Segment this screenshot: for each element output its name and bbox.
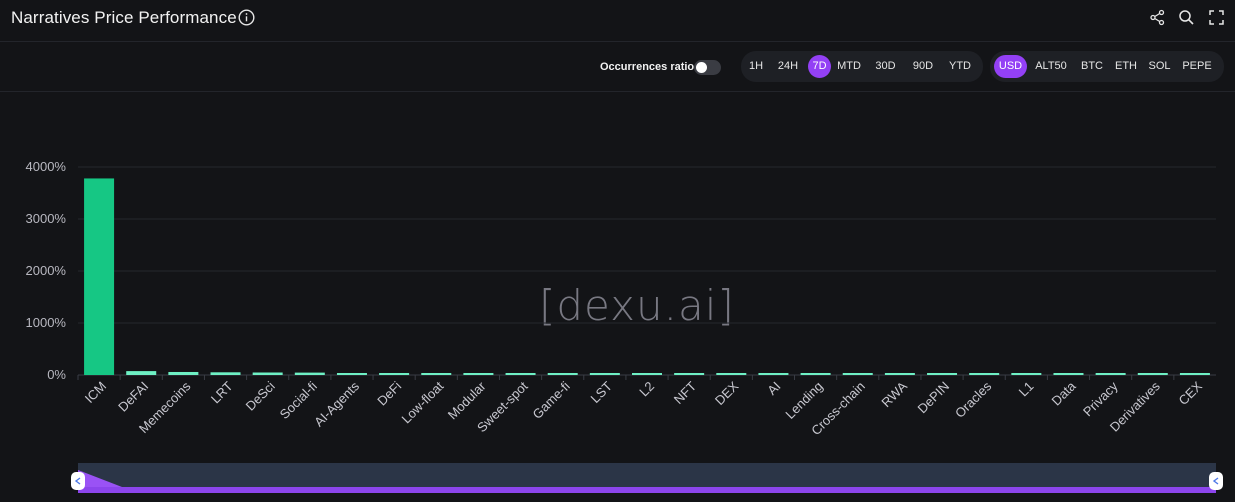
x-tick-label: LRT [208, 378, 236, 406]
x-tick-label: DEX [712, 378, 742, 408]
x-tick-label: Game-fi [530, 378, 573, 421]
bar-low-float[interactable] [421, 373, 452, 375]
bar-desci[interactable] [252, 372, 283, 375]
timeframe-selector: 1H 24H 7D MTD 30D 90D YTD [741, 51, 983, 82]
fullscreen-icon[interactable] [1208, 9, 1225, 26]
bar-defai[interactable] [126, 371, 157, 375]
bar-oracles[interactable] [969, 373, 1000, 375]
bar-depin[interactable] [927, 373, 958, 375]
bar-ai[interactable] [758, 373, 789, 375]
currency-button-alt50[interactable]: ALT50 [1029, 55, 1073, 78]
chart-controls: Occurrences ratio 1H 24H 7D MTD 30D 90D YTD US… [0, 42, 1235, 92]
x-tick-label: ICM [82, 379, 109, 406]
timeframe-button-90d[interactable]: 90D [905, 55, 941, 78]
x-tick-label: Data [1049, 378, 1080, 409]
bar-dex[interactable] [716, 373, 747, 375]
y-tick-label: 0% [47, 367, 66, 382]
bar-data[interactable] [1053, 373, 1084, 375]
x-tick-label: AI-Agents [311, 378, 362, 429]
bar-social-fi[interactable] [294, 372, 325, 375]
x-tick-label: NFT [671, 378, 700, 407]
x-tick-label: CEX [1176, 378, 1206, 408]
timeframe-button-30d[interactable]: 30D [868, 55, 903, 78]
bar-cross-chain[interactable] [842, 373, 873, 375]
x-tick-label: RWA [878, 378, 910, 410]
bar-chart: 0%1000%2000%3000%4000% ICM DeFAIMemecoins… [26, 159, 1216, 438]
currency-button-pepe[interactable]: PEPE [1178, 55, 1216, 78]
timeframe-button-7d[interactable]: 7D [808, 55, 831, 78]
timeframe-button-ytd[interactable]: YTD [943, 55, 977, 78]
bar-lrt[interactable] [210, 372, 241, 375]
bar-sweet-spot[interactable] [505, 373, 536, 375]
timeframe-button-24h[interactable]: 24H [770, 55, 806, 78]
search-icon[interactable] [1178, 9, 1195, 26]
x-tick-label: DeFAI [115, 379, 151, 415]
x-tick-label: DeFi [374, 378, 404, 408]
x-tick-label: Oracles [952, 378, 995, 421]
bar-l1[interactable] [1011, 373, 1042, 375]
occurrences-ratio-toggle[interactable] [694, 60, 721, 75]
bar-nft[interactable] [674, 373, 705, 375]
bar-rwa[interactable] [884, 373, 915, 375]
share-icon[interactable] [1149, 9, 1166, 26]
bar-derivatives[interactable] [1137, 373, 1168, 375]
x-tick-label: Low-float [398, 378, 446, 426]
bar-memecoins[interactable] [168, 371, 199, 375]
currency-button-usd[interactable]: USD [994, 55, 1027, 78]
currency-selector: USD ALT50 BTC ETH SOL PEPE [990, 51, 1224, 82]
x-tick-label: LST [588, 378, 616, 406]
bar-lst[interactable] [589, 373, 620, 375]
header-bar: Narratives Price Performance [0, 0, 1235, 42]
slider-handle-right[interactable] [1209, 472, 1223, 490]
timeframe-button-mtd[interactable]: MTD [832, 55, 866, 78]
y-tick-label: 3000% [26, 211, 67, 226]
bar-l2[interactable] [632, 373, 662, 375]
slider-handle-left[interactable] [71, 472, 85, 490]
currency-button-sol[interactable]: SOL [1143, 55, 1176, 78]
currency-button-eth[interactable]: ETH [1111, 55, 1141, 78]
info-icon[interactable] [238, 9, 255, 26]
slider-selection [78, 487, 1216, 493]
bar-cex[interactable] [1179, 373, 1210, 375]
x-tick-label: L2 [636, 379, 657, 400]
bar-ai-agents[interactable] [336, 373, 367, 375]
y-tick-label: 2000% [26, 263, 67, 278]
bar-privacy[interactable] [1095, 373, 1126, 375]
toggle-knob [696, 62, 707, 73]
x-tick-label: Privacy [1080, 378, 1121, 419]
x-tick-label: DeSci [243, 378, 278, 413]
bar-defi[interactable] [379, 373, 410, 375]
data-zoom-slider[interactable] [0, 460, 1235, 502]
bar-lending[interactable] [800, 373, 831, 375]
y-tick-label: 4000% [26, 159, 67, 174]
timeframe-button-1h[interactable]: 1H [744, 55, 768, 78]
page-title: Narratives Price Performance [11, 8, 237, 27]
x-tick-label: L1 [1016, 379, 1037, 400]
y-tick-label: 1000% [26, 315, 67, 330]
bar-modular[interactable] [463, 373, 494, 375]
bar-icm[interactable] [84, 178, 115, 375]
occurrences-ratio-label: Occurrences ratio [600, 61, 695, 73]
bar-game-fi[interactable] [547, 373, 578, 375]
x-tick-label: AI [764, 379, 783, 398]
currency-button-btc[interactable]: BTC [1074, 55, 1110, 78]
x-tick-label: DePIN [914, 379, 952, 417]
